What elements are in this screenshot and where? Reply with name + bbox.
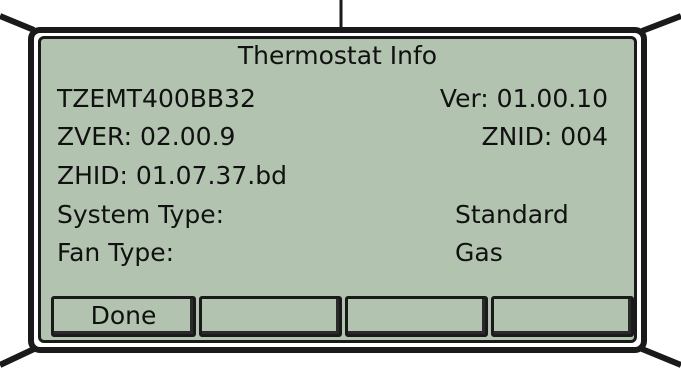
done-button[interactable]: Done [51,296,196,337]
znid-value: ZNID: 004 [481,122,608,151]
model-number: TZEMT400BB32 [57,84,256,113]
corner-line-bottom-right [640,346,681,368]
fan-type-value: Gas [455,238,503,267]
zhid-value: ZHID: 01.07.37.bd [57,161,287,190]
softkey-3-button[interactable] [345,296,488,337]
zver-value: ZVER: 02.00.9 [57,122,236,151]
softkey-4-button[interactable] [491,296,634,337]
softkey-2-button[interactable] [199,296,342,337]
system-type-value: Standard [455,200,569,229]
screen-title: Thermostat Info [237,41,438,70]
corner-line-top-right [640,13,681,34]
lcd-screen: Thermostat Info TZEMT400BB32 Ver: 01.00.… [38,36,637,343]
corner-line-top-left [0,13,36,33]
corner-line-bottom-left [0,346,36,368]
firmware-version: Ver: 01.00.10 [439,84,608,113]
fan-type-label: Fan Type: [57,238,175,267]
system-type-label: System Type: [57,200,225,229]
